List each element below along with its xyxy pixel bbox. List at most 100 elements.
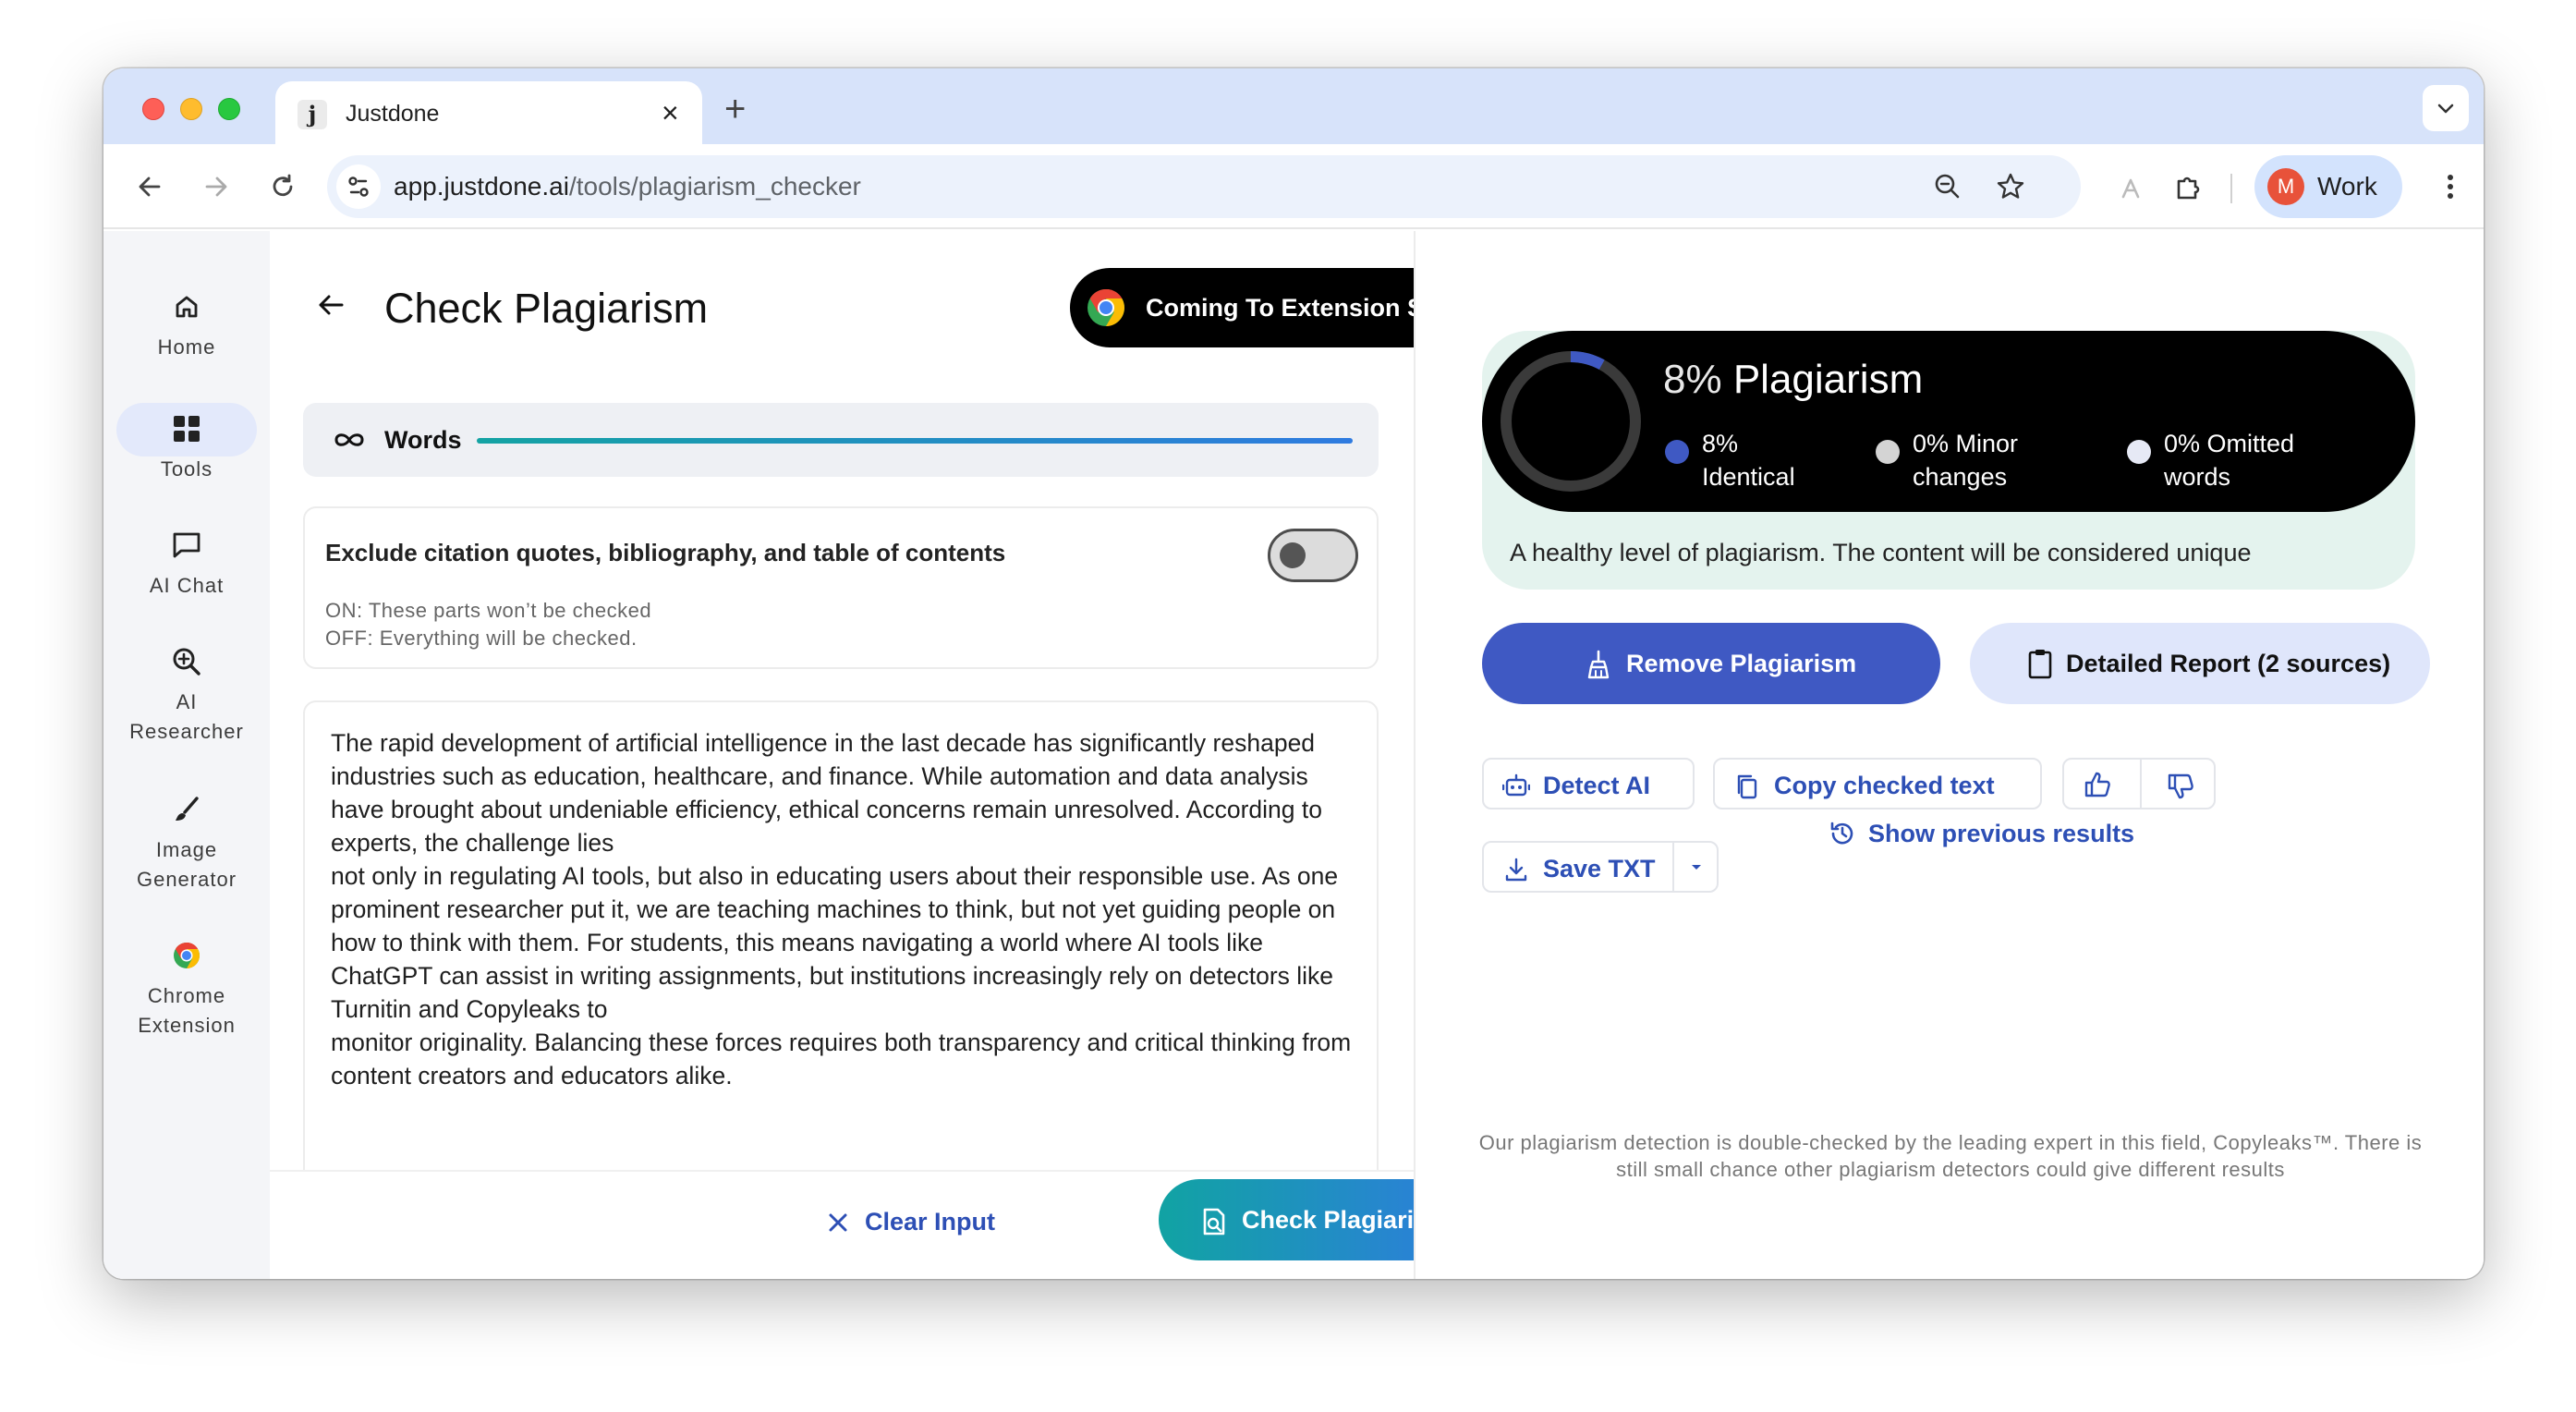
plagiarism-summary-text: A healthy level of plagiarism. The conte… — [1510, 539, 2252, 566]
download-icon — [1505, 858, 1527, 882]
show-previous-results-label: Show previous results — [1868, 820, 2135, 847]
sidebar-item-tools[interactable]: Tools — [103, 408, 270, 484]
page-title: Check Plagiarism — [384, 285, 709, 332]
browser-window: j Justdone × + app.justdone.ai/tools/pla… — [103, 68, 2484, 1279]
sidebar-item-label: Extension — [138, 1014, 236, 1037]
chevron-down-icon — [2437, 103, 2454, 114]
reload-icon[interactable] — [264, 168, 301, 205]
sidebar-item-ai-chat[interactable]: AI Chat — [103, 525, 270, 601]
avatar: M — [2267, 168, 2304, 205]
extensions-puzzle-icon[interactable] — [2169, 168, 2206, 205]
maximize-window-button[interactable] — [218, 98, 240, 120]
tab-strip: j Justdone × + — [103, 68, 2484, 144]
minor-changes-dot — [1876, 440, 1900, 464]
site-info-button[interactable] — [336, 164, 381, 209]
sidebar-item-label: AI Chat — [149, 574, 225, 597]
grid-icon — [174, 416, 200, 442]
exclude-on-hint: ON: These parts won’t be checked — [325, 599, 652, 622]
plagiarism-result-card: 8% Plagiarism 8% Identical 0% Minor change… — [1482, 331, 2415, 590]
sidebar: Home Tools AI Chat AI Researcher Image G… — [103, 231, 270, 1279]
words-label: Words — [384, 426, 462, 454]
copy-checked-text-label: Copy checked text — [1774, 772, 1995, 799]
sidebar-item-ai-researcher[interactable]: AI Researcher — [103, 641, 270, 747]
thumbs-down-icon[interactable] — [2166, 773, 2195, 800]
omitted-words-dot — [2127, 440, 2151, 464]
chrome-logo-icon — [1088, 289, 1124, 326]
close-icon — [829, 1213, 847, 1232]
close-window-button[interactable] — [142, 98, 164, 120]
broom-icon — [1587, 650, 1610, 679]
sidebar-item-label: Image — [155, 838, 218, 861]
browser-tab[interactable]: j Justdone × — [275, 81, 702, 144]
input-text[interactable]: The rapid development of artificial inte… — [331, 726, 1356, 1092]
feedback-divider — [2140, 760, 2142, 808]
remove-plagiarism-label: Remove Plagiarism — [1626, 650, 1857, 677]
plagiarism-summary: 8% Plagiarism 8% Identical 0% Minor change… — [1482, 331, 2415, 512]
caret-down-icon[interactable] — [1685, 856, 1707, 878]
stat-label: 8% Identical — [1702, 430, 1795, 491]
save-txt-button[interactable]: Save TXT — [1484, 843, 1672, 891]
plagiarism-ring-chart — [1501, 351, 1641, 492]
toggle-knob — [1280, 542, 1306, 568]
sidebar-item-image-generator[interactable]: Image Generator — [103, 789, 270, 895]
sidebar-item-label: Chrome — [147, 984, 226, 1007]
tab-close-icon[interactable]: × — [662, 96, 679, 129]
sidebar-item-label: Generator — [136, 868, 237, 891]
stat-label: 0% Omitted words — [2164, 430, 2295, 491]
detailed-report-button[interactable]: Detailed Report (2 sources) — [1970, 623, 2430, 704]
exclude-citations-toggle[interactable] — [1268, 529, 1358, 582]
home-icon — [176, 296, 198, 318]
url-text: app.justdone.ai/tools/plagiarism_checker — [394, 172, 861, 201]
save-txt-dropdown: Save TXT — [1482, 841, 1719, 893]
sidebar-item-home[interactable]: Home — [103, 286, 270, 362]
copy-icon — [1737, 774, 1757, 799]
detailed-report-label: Detailed Report (2 sources) — [2066, 650, 2391, 677]
zoom-icon[interactable] — [1929, 168, 1966, 205]
text-input-area[interactable]: The rapid development of artificial inte… — [303, 700, 1379, 1218]
plagiarism-percent-title: 8% Plagiarism — [1663, 355, 1923, 405]
robot-icon — [1502, 773, 1530, 797]
exclude-citations-card: Exclude citation quotes, bibliography, a… — [303, 506, 1379, 669]
sidebar-item-label: Tools — [160, 457, 213, 481]
extension-pin-icon[interactable] — [2112, 168, 2149, 205]
address-bar[interactable]: app.justdone.ai/tools/plagiarism_checker — [327, 155, 2081, 218]
action-bar: Clear Input Check Plagiarism — [270, 1170, 1480, 1279]
identical-dot — [1665, 440, 1689, 464]
detect-ai-button[interactable]: Detect AI — [1482, 758, 1695, 809]
thumbs-up-icon[interactable] — [2083, 771, 2112, 798]
back-icon[interactable] — [131, 168, 168, 205]
profile-label: Work — [2317, 172, 2377, 201]
stat-label: 0% Minor changes — [1913, 430, 2019, 491]
save-divider — [1672, 843, 1674, 891]
sidebar-item-chrome-extension[interactable]: Chrome Extension — [103, 935, 270, 1041]
new-tab-icon[interactable]: + — [724, 89, 746, 129]
tune-icon — [348, 176, 369, 197]
more-menu-icon[interactable] — [2432, 166, 2469, 207]
feedback-group — [2062, 758, 2216, 809]
remove-plagiarism-button[interactable]: Remove Plagiarism — [1482, 623, 1940, 704]
detection-footnote: Our plagiarism detection is double-check… — [1478, 1131, 2423, 1181]
browser-toolbar: app.justdone.ai/tools/plagiarism_checker… — [103, 144, 2484, 229]
plagiarism-percent: 8% — [1663, 357, 1722, 402]
justdone-favicon-icon: j — [298, 100, 327, 129]
sidebar-item-label: Researcher — [129, 720, 244, 743]
sidebar-item-label: Home — [157, 335, 216, 359]
clear-input-label: Clear Input — [865, 1208, 996, 1236]
input-paragraph: not only in regulating AI tools, but als… — [331, 862, 1339, 1023]
results-panel: 8% Plagiarism 8% Identical 0% Minor change… — [1414, 231, 2484, 1279]
page: Home Tools AI Chat AI Researcher Image G… — [103, 231, 2484, 1279]
input-paragraph: monitor originality. Balancing these for… — [331, 1029, 1352, 1089]
minimize-window-button[interactable] — [180, 98, 202, 120]
back-arrow-icon[interactable] — [310, 285, 351, 325]
bookmark-star-icon[interactable] — [1992, 168, 2029, 205]
profile-button[interactable]: M Work — [2254, 155, 2402, 218]
detect-ai-label: Detect AI — [1543, 772, 1651, 799]
plagiarism-label: Plagiarism — [1732, 357, 1924, 402]
tab-search-button[interactable] — [2423, 85, 2469, 131]
chat-icon — [173, 532, 200, 558]
exclude-title: Exclude citation quotes, bibliography, a… — [325, 539, 1006, 566]
copy-checked-text-button[interactable]: Copy checked text — [1713, 758, 2042, 809]
forward-icon[interactable] — [198, 168, 235, 205]
history-icon — [1830, 822, 1853, 845]
input-panel: Check Plagiarism Coming To Extension Soo… — [270, 231, 1480, 1279]
